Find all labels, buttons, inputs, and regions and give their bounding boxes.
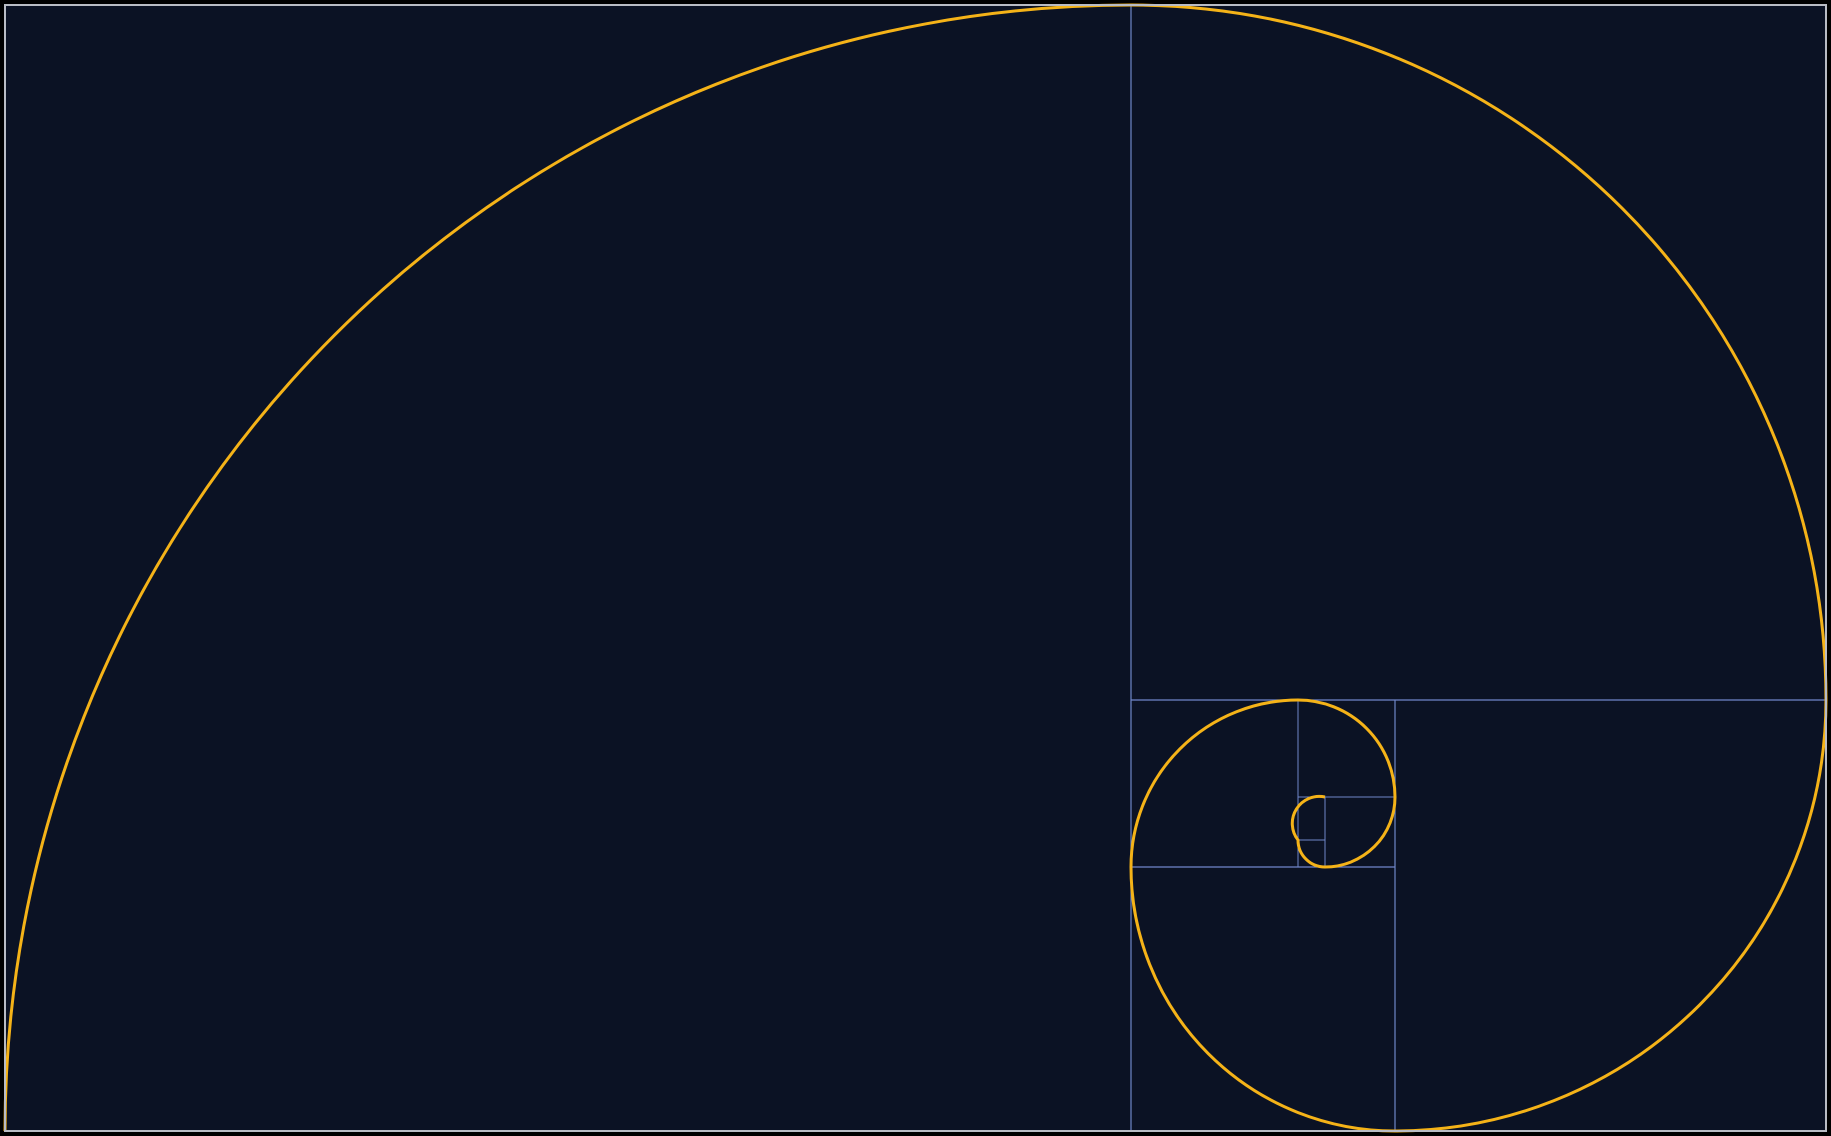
diagram-panel (5, 5, 1826, 1131)
golden-spiral-diagram (0, 0, 1831, 1136)
diagram-canvas (3, 3, 1828, 1133)
